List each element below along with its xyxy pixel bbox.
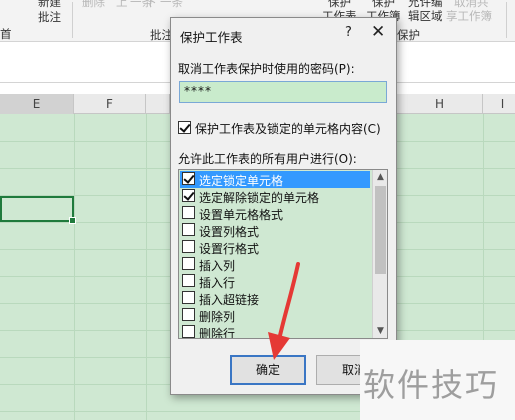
column-e-label: E: [32, 97, 41, 111]
list-item[interactable]: 设置行格式: [180, 239, 370, 256]
unshare-workbook-button[interactable]: 享工作簿: [446, 8, 492, 24]
permission-checkbox[interactable]: [182, 189, 195, 202]
list-item[interactable]: 选定锁定单元格: [180, 171, 370, 188]
ok-button-label: 确定: [255, 363, 280, 377]
scroll-up-icon[interactable]: ▲: [373, 170, 387, 184]
protect-contents-label[interactable]: 保护工作表及锁定的单元格内容(C): [195, 120, 381, 137]
column-header-f[interactable]: F: [74, 94, 146, 114]
ribbon-divider: [506, 2, 507, 38]
close-icon[interactable]: ✕: [371, 22, 385, 42]
list-scrollbar[interactable]: ▲ ▼: [372, 170, 387, 338]
permission-checkbox[interactable]: [182, 257, 195, 270]
column-i-label: I: [500, 97, 505, 111]
permission-checkbox[interactable]: [182, 325, 195, 338]
permission-checkbox[interactable]: [182, 206, 195, 219]
permission-label: 插入列: [199, 259, 236, 273]
password-value: ****: [184, 84, 212, 98]
active-cell[interactable]: [0, 196, 76, 224]
ribbon-divider: [72, 2, 73, 38]
gridline: [146, 114, 147, 420]
protect-contents-checkbox[interactable]: [178, 121, 191, 134]
permission-label: 插入超链接: [199, 293, 260, 307]
help-icon[interactable]: ?: [345, 25, 352, 40]
permission-checkbox[interactable]: [182, 291, 195, 304]
next-comment-suffix: 一条: [160, 0, 183, 9]
allow-users-label: 允许此工作表的所有用户进行(O):: [178, 152, 357, 166]
permission-checkbox[interactable]: [182, 172, 195, 185]
watermark-text: 软件技巧: [363, 366, 500, 404]
prev-comment-button[interactable]: 上: [116, 0, 128, 10]
next-comment-button[interactable]: 下: [145, 0, 157, 10]
column-header-h[interactable]: H: [397, 94, 483, 114]
permission-label: 删除列: [199, 310, 236, 324]
delete-comment-button[interactable]: 删除: [82, 0, 105, 10]
permission-label: 插入行: [199, 276, 236, 290]
permission-label: 删除行: [199, 327, 236, 339]
password-label: 取消工作表保护时使用的密码(P):: [178, 62, 355, 76]
red-arrow-icon: [268, 262, 300, 360]
permission-label: 选定解除锁定的单元格: [199, 191, 320, 205]
comment-label: 批注: [38, 10, 61, 24]
list-item[interactable]: 选定解除锁定的单元格: [180, 188, 370, 205]
ribbon-group-fragment: 首: [0, 27, 12, 41]
list-item[interactable]: 设置列格式: [180, 222, 370, 239]
list-item[interactable]: 设置单元格格式: [180, 205, 370, 222]
gridline: [74, 114, 75, 420]
dialog-title: 保护工作表: [180, 30, 243, 45]
column-header-e[interactable]: E: [0, 94, 74, 114]
permission-checkbox[interactable]: [182, 308, 195, 321]
scroll-thumb[interactable]: [375, 186, 386, 274]
column-h-label: H: [434, 97, 445, 111]
permission-checkbox[interactable]: [182, 274, 195, 287]
permission-checkbox[interactable]: [182, 240, 195, 253]
column-f-label: F: [106, 97, 113, 111]
ribbon-group-protect: 保护: [397, 28, 420, 42]
permission-label: 选定锁定单元格: [199, 174, 284, 188]
column-header-g[interactable]: [146, 94, 170, 114]
permission-label: 设置列格式: [199, 225, 260, 239]
permission-label: 设置行格式: [199, 242, 260, 256]
column-header-i[interactable]: I: [483, 94, 515, 114]
scroll-down-icon[interactable]: ▼: [373, 324, 387, 338]
allow-edit-ranges-button[interactable]: 辑区域: [408, 8, 443, 24]
permission-checkbox[interactable]: [182, 223, 195, 236]
password-input[interactable]: ****: [179, 81, 387, 103]
permission-label: 设置单元格格式: [199, 208, 284, 222]
